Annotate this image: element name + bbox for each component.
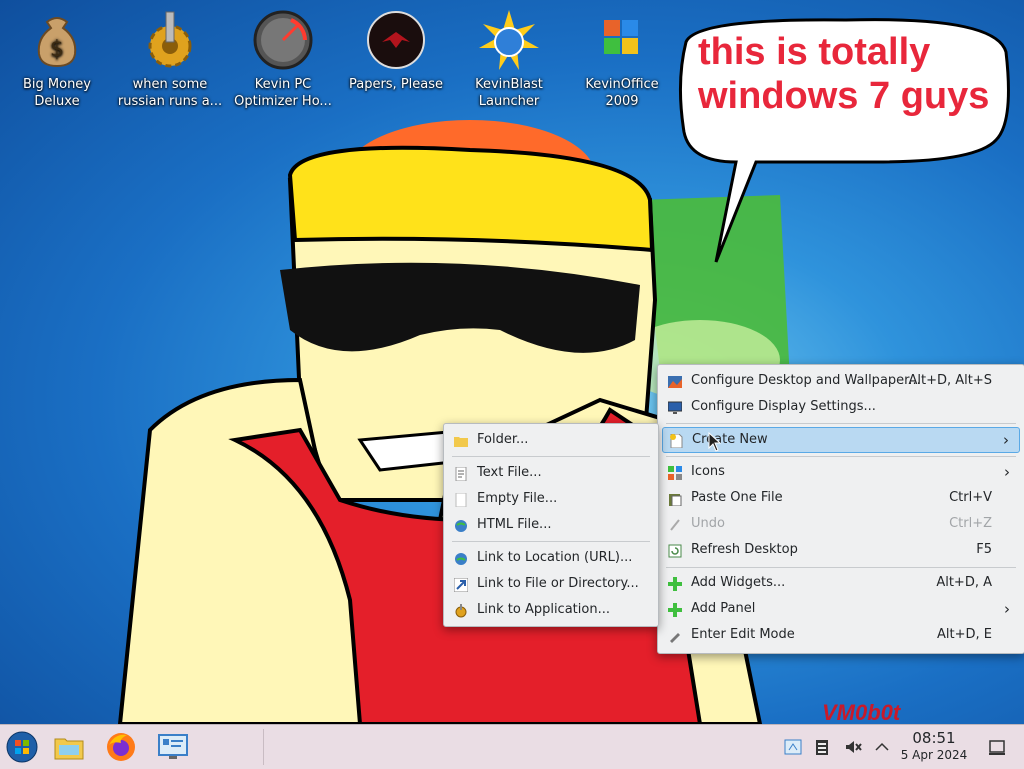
firefox-icon[interactable] [105,731,137,763]
display-icon [667,400,683,414]
submenu-item-folder[interactable]: Folder... [448,428,654,452]
taskbar-divider [263,729,264,765]
menu-separator [452,456,650,457]
papers-please-icon [364,8,428,72]
menu-item-undo[interactable]: Undo Ctrl+Z [662,512,1020,536]
clock[interactable]: 08:51 5 Apr 2024 [896,729,972,763]
submenu-arrow-icon: › [1004,463,1010,481]
desktop-icon-label: when some russian runs a... [117,77,223,109]
edit-icon [668,628,682,643]
menu-item-paste-one-file[interactable]: Paste One File Ctrl+V [662,486,1020,510]
paste-icon [668,491,682,507]
menu-item-add-widgets[interactable]: Add Widgets... Alt+D, A [662,571,1020,595]
submenu-item-text-file[interactable]: Text File... [448,461,654,485]
mouse-cursor-icon [708,432,722,452]
menu-item-configure-display[interactable]: Configure Display Settings... [662,395,1020,419]
refresh-icon [668,543,682,558]
menu-separator [666,567,1016,568]
plus-icon [668,602,682,617]
desktop-icon-label: Kevin PC Optimizer Ho... [234,77,332,109]
submenu-arrow-icon: › [1004,600,1010,618]
svg-text:$: $ [50,37,64,62]
gear-icon [138,8,202,72]
text-file-icon [454,466,468,482]
link-url-icon [454,551,468,565]
icons-icon [668,465,682,480]
desktop-icon-kevin-pc-optimizer[interactable]: Kevin PC Optimizer Ho... [227,8,339,110]
tray-expand-icon[interactable] [873,738,891,756]
desktop-icon-label: Papers, Please [348,77,444,92]
file-manager-icon[interactable] [53,731,85,763]
folder-icon [454,433,468,447]
menu-separator [452,541,650,542]
desktop-icon-russian-runs[interactable]: when some russian runs a... [114,8,226,110]
create-new-icon [669,433,683,449]
link-file-icon [453,577,469,593]
desktop-icon-kevinblast-launcher[interactable]: KevinBlast Launcher [453,8,565,110]
link-app-icon [454,603,468,618]
globe-burst-icon [477,8,541,72]
plus-icon [668,576,682,591]
desktop-icon-label: KevinOffice 2009 [585,77,659,109]
menu-item-enter-edit-mode[interactable]: Enter Edit Mode Alt+D, E [662,623,1020,647]
desktop-icon-label: KevinBlast Launcher [475,77,543,109]
menu-separator [666,456,1016,457]
menu-item-add-panel[interactable]: Add Panel › [662,597,1020,621]
speedometer-icon [251,8,315,72]
submenu-item-link-file[interactable]: Link to File or Directory... [448,572,654,596]
create-new-submenu: Folder... Text File... Empty File... HTM… [443,423,659,627]
menu-item-icons[interactable]: Icons › [662,460,1020,484]
submenu-item-html-file[interactable]: HTML File... [448,513,654,537]
submenu-item-empty-file[interactable]: Empty File... [448,487,654,511]
network-icon[interactable] [784,738,802,756]
undo-icon [668,517,682,531]
wallpaper-icon [668,374,682,388]
menu-separator [666,423,1016,424]
clipboard-icon[interactable] [813,738,831,756]
office-logo-icon [590,8,654,72]
desktop-icon-papers-please[interactable]: Papers, Please [340,8,452,93]
submenu-arrow-icon: › [1003,431,1009,449]
taskbar: 08:51 5 Apr 2024 [0,724,1024,769]
desktop-icon-label: Big Money Deluxe [22,77,91,109]
volume-muted-icon[interactable] [844,738,862,756]
desktop-icon-kevinoffice-2009[interactable]: KevinOffice 2009 [566,8,678,110]
menu-item-refresh-desktop[interactable]: Refresh Desktop F5 [662,538,1020,562]
show-desktop-icon[interactable] [988,738,1006,756]
html-file-icon [454,518,468,532]
money-bag-icon: $ [25,8,89,72]
watermark: VM0b0t [822,700,901,724]
clock-date: 5 Apr 2024 [900,748,968,762]
desktop-context-menu: Configure Desktop and Wallpaper... Alt+D… [657,364,1024,654]
submenu-item-link-url[interactable]: Link to Location (URL)... [448,546,654,570]
system-settings-icon[interactable] [157,731,189,763]
submenu-item-link-application[interactable]: Link to Application... [448,598,654,622]
clock-time: 08:51 [912,729,956,747]
start-orb-icon[interactable] [6,731,38,763]
desktop-icon-big-money-deluxe[interactable]: $ Big Money Deluxe [1,8,113,110]
empty-file-icon [454,492,468,508]
speech-bubble-text: this is totally windows 7 guys [698,31,990,117]
menu-item-configure-desktop[interactable]: Configure Desktop and Wallpaper... Alt+D… [662,369,1020,393]
